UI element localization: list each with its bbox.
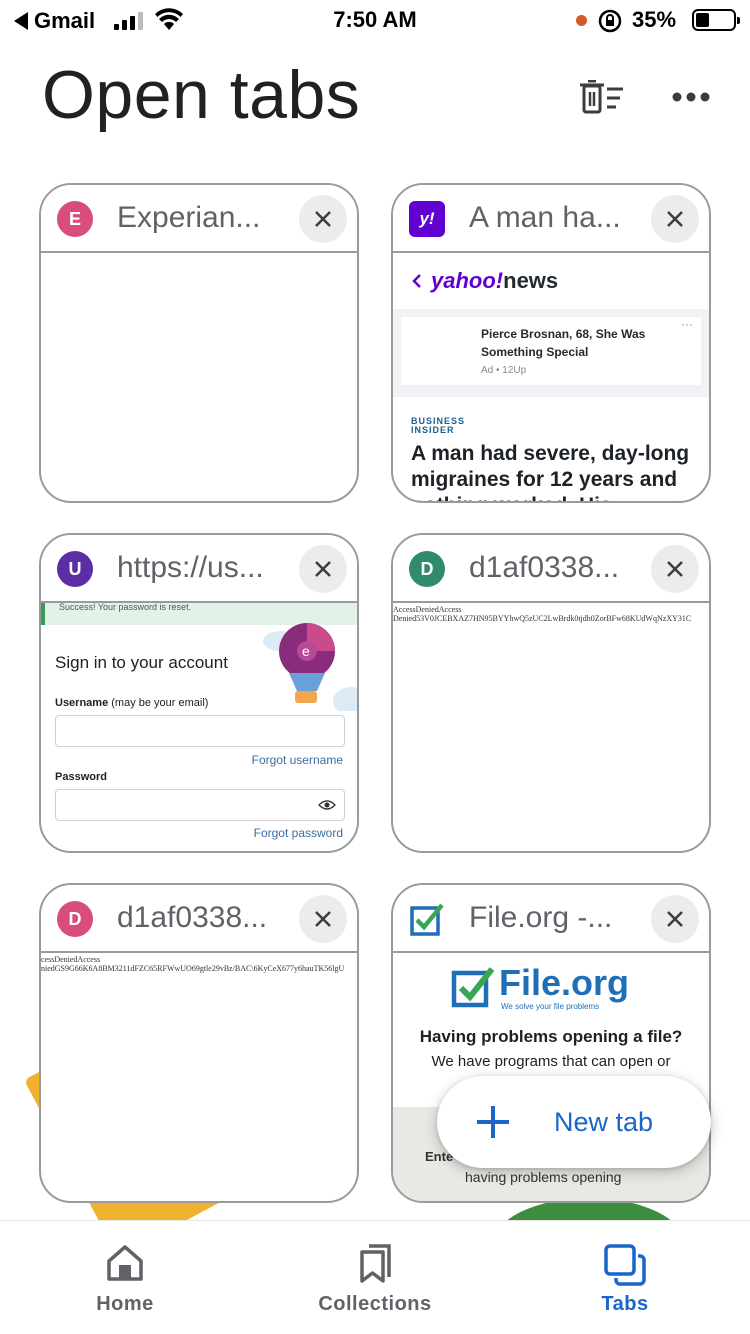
close-tab-button[interactable]: [299, 895, 347, 943]
close-tab-button[interactable]: [651, 545, 699, 593]
tab-card-header: D d1af0338...: [393, 535, 709, 603]
fileorg-having-text: having problems opening: [465, 1169, 622, 1185]
tab-card[interactable]: D d1af0338... cessDeniedAccess niedGS9G6…: [39, 883, 359, 1203]
close-icon: [667, 561, 683, 577]
favicon-icon: y!: [409, 201, 445, 237]
home-icon: [107, 1245, 143, 1281]
close-icon: [315, 911, 331, 927]
plus-icon: [477, 1106, 509, 1138]
tab-card-header: File.org -...: [393, 885, 709, 953]
bottom-nav: Home Collections Tabs: [0, 1220, 750, 1334]
fileorg-text: We have programs that can open or: [431, 1053, 671, 1070]
chevron-left-icon: [412, 274, 421, 288]
eye-icon[interactable]: [318, 799, 336, 811]
close-tab-button[interactable]: [651, 895, 699, 943]
tab-card-header: D d1af0338...: [41, 885, 357, 953]
delete-all-tabs-icon[interactable]: [580, 80, 626, 114]
password-field[interactable]: [55, 789, 345, 821]
page-title: Open tabs: [42, 57, 361, 133]
more-options-icon[interactable]: [672, 90, 710, 104]
yahoo-logo: yahoo!news: [431, 268, 559, 293]
favicon-icon: D: [409, 551, 445, 587]
close-icon: [315, 211, 331, 227]
tab-title: d1af0338...: [117, 901, 268, 934]
fileorg-question: Having problems opening a file?: [419, 1027, 683, 1046]
battery-percent: 35%: [632, 7, 677, 32]
username-label: Username (may be your email): [55, 697, 209, 709]
access-denied-text: AccessDeniedAccess Denied53V0JCEBXAZ7HN9…: [393, 605, 692, 623]
tab-card[interactable]: y! A man ha... yahoo!news Pierce Brosnan…: [391, 183, 711, 503]
nav-item-home[interactable]: Home: [0, 1221, 250, 1334]
new-tab-button[interactable]: New tab: [437, 1076, 711, 1168]
nav-label-collections: Collections: [318, 1293, 432, 1315]
username-field[interactable]: [55, 715, 345, 747]
fileorg-check-icon: [451, 967, 495, 1008]
tab-card-header: E Experian...: [41, 185, 357, 253]
tab-preview: AccessDeniedAccess Denied53V0JCEBXAZ7HN9…: [393, 603, 709, 851]
article-headline: A man had severe, day-long migraines for…: [411, 442, 690, 501]
rotation-lock-icon: [598, 9, 622, 33]
close-icon: [667, 211, 683, 227]
tab-card[interactable]: U https://us... Success! Your password i…: [39, 533, 359, 853]
close-tab-button[interactable]: [651, 195, 699, 243]
favicon-icon: E: [57, 201, 93, 237]
tab-preview: cessDeniedAccess niedGS9G66K6A8BM3211dFZ…: [41, 953, 357, 1201]
battery-icon: [692, 9, 740, 31]
tab-title: A man ha...: [469, 201, 621, 234]
tab-card[interactable]: E Experian...: [39, 183, 359, 503]
forgot-username-link[interactable]: Forgot username: [252, 753, 343, 767]
status-bar: Gmail 7:50 AM 35%: [0, 0, 750, 42]
nav-item-collections[interactable]: Collections: [250, 1221, 500, 1334]
tab-title: File.org -...: [469, 901, 613, 934]
password-label: Password: [55, 771, 107, 783]
recording-dot-icon: [576, 15, 587, 26]
favicon-icon: D: [57, 901, 93, 937]
ad-headline: Pierce Brosnan, 68, She Was Something Sp…: [481, 327, 646, 359]
tab-card[interactable]: D d1af0338... AccessDeniedAccess Denied5…: [391, 533, 711, 853]
tab-preview: [41, 253, 357, 501]
ad-more-icon: ···: [681, 317, 693, 331]
tab-switcher-screen: Gmail 7:50 AM 35% Open tabs E Experian..…: [0, 0, 750, 1334]
balloon-illustration-icon: e: [263, 623, 357, 711]
access-denied-text: cessDeniedAccess niedGS9G66K6A8BM3211dFZ…: [41, 955, 345, 973]
fileorg-favicon-icon: [410, 903, 444, 936]
collections-icon: [360, 1244, 391, 1283]
close-tab-button[interactable]: [299, 195, 347, 243]
svg-text:e: e: [302, 643, 310, 659]
new-tab-label: New tab: [554, 1107, 654, 1137]
nav-item-tabs[interactable]: Tabs: [500, 1221, 750, 1334]
ad-source: Ad • 12Up: [481, 365, 527, 376]
tab-title: Experian...: [117, 201, 261, 234]
forgot-password-link[interactable]: Forgot password: [254, 826, 343, 840]
tab-card-header: U https://us...: [41, 535, 357, 603]
fileorg-logo: File.org We solve your file problems: [451, 965, 651, 1011]
tabs-icon: [604, 1244, 646, 1286]
tab-preview: Success! Your password is reset. e Sign …: [41, 603, 357, 851]
tab-preview: yahoo!news Pierce Brosnan, 68, She Was S…: [393, 253, 709, 501]
tab-title: d1af0338...: [469, 551, 620, 584]
nav-label-home: Home: [96, 1293, 154, 1315]
signin-heading: Sign in to your account: [55, 653, 228, 672]
article-source: BUSINESS INSIDER: [411, 416, 466, 435]
close-icon: [315, 561, 331, 577]
ad-block: Pierce Brosnan, 68, She Was Something Sp…: [393, 309, 709, 397]
close-icon: [667, 911, 683, 927]
nav-label-tabs: Tabs: [601, 1293, 649, 1315]
tab-title: https://us...: [117, 551, 264, 584]
favicon-icon: U: [57, 551, 93, 587]
yahoo-news-header: yahoo!news: [393, 253, 709, 309]
close-tab-button[interactable]: [299, 545, 347, 593]
tab-card-header: y! A man ha...: [393, 185, 709, 253]
